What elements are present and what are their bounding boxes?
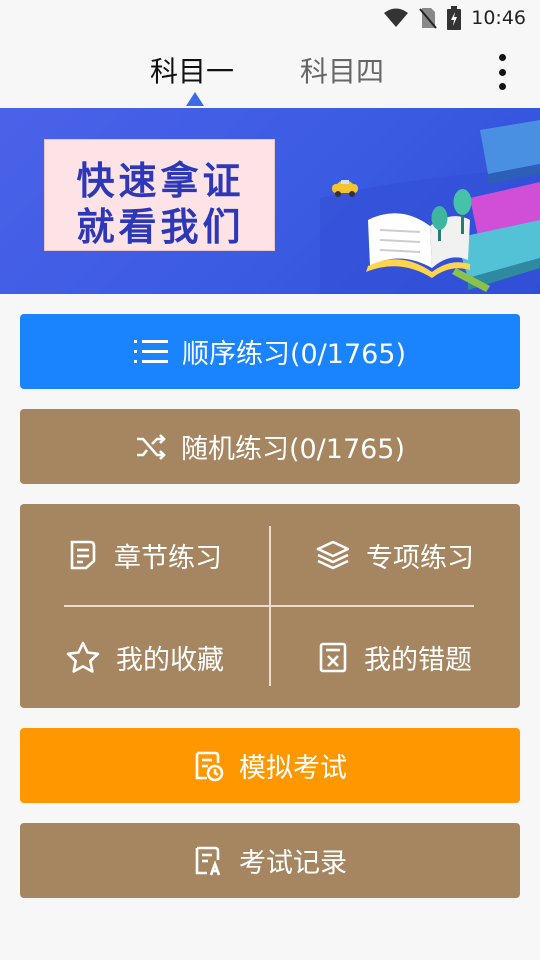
more-dot-icon [498,68,506,76]
my-favorites-button[interactable]: 我的收藏 [20,606,270,708]
books-illustration-icon [320,120,540,294]
practice-grid: 章节练习 专项练习 我的收藏 我的错题 [20,504,520,708]
more-dot-icon [498,54,506,61]
my-mistakes-button[interactable]: 我的错题 [270,606,520,708]
exam-clock-icon [195,751,224,781]
star-icon [66,641,100,673]
chapter-practice-label: 章节练习 [114,542,222,574]
topic-practice-label: 专项练习 [366,542,474,574]
random-practice-label: 随机练习(0/1765) [180,434,406,465]
more-dot-icon [498,83,506,90]
banner-slogan-panel: 快速拿证 就看我们 [44,139,275,251]
list-icon [133,339,168,363]
clock: 10:46 [471,7,526,29]
shuffle-icon [136,433,166,460]
document-icon [70,540,96,570]
more-menu-button[interactable] [492,54,512,90]
exam-records-button[interactable]: 考试记录 [20,823,520,898]
random-practice-button[interactable]: 随机练习(0/1765) [20,409,520,484]
sequential-practice-label: 顺序练习(0/1765) [181,339,407,370]
status-bar: 10:46 [0,0,540,36]
active-tab-indicator [186,92,204,106]
wifi-icon [384,8,409,27]
layers-icon [316,540,350,570]
exam-records-label: 考试记录 [239,848,347,879]
chapter-practice-button[interactable]: 章节练习 [20,504,270,606]
tab-subject-four[interactable]: 科目四 [300,52,384,92]
exam-record-icon [195,846,221,875]
my-mistakes-label: 我的错题 [364,644,472,676]
mock-exam-button[interactable]: 模拟考试 [20,728,520,803]
mock-exam-label: 模拟考试 [239,753,347,784]
subject-tabbar: 科目一 科目四 [0,36,540,108]
tab-subject-one[interactable]: 科目一 [150,52,234,92]
battery-charging-icon [447,6,462,30]
banner-slogan-line-2: 就看我们 [76,205,245,249]
promo-banner[interactable]: 快速拿证 就看我们 [0,108,540,294]
sequential-practice-button[interactable]: 顺序练习(0/1765) [20,314,520,389]
no-sim-icon [419,8,437,29]
topic-practice-button[interactable]: 专项练习 [270,504,520,606]
my-favorites-label: 我的收藏 [116,644,224,676]
wrong-book-icon [319,642,347,673]
